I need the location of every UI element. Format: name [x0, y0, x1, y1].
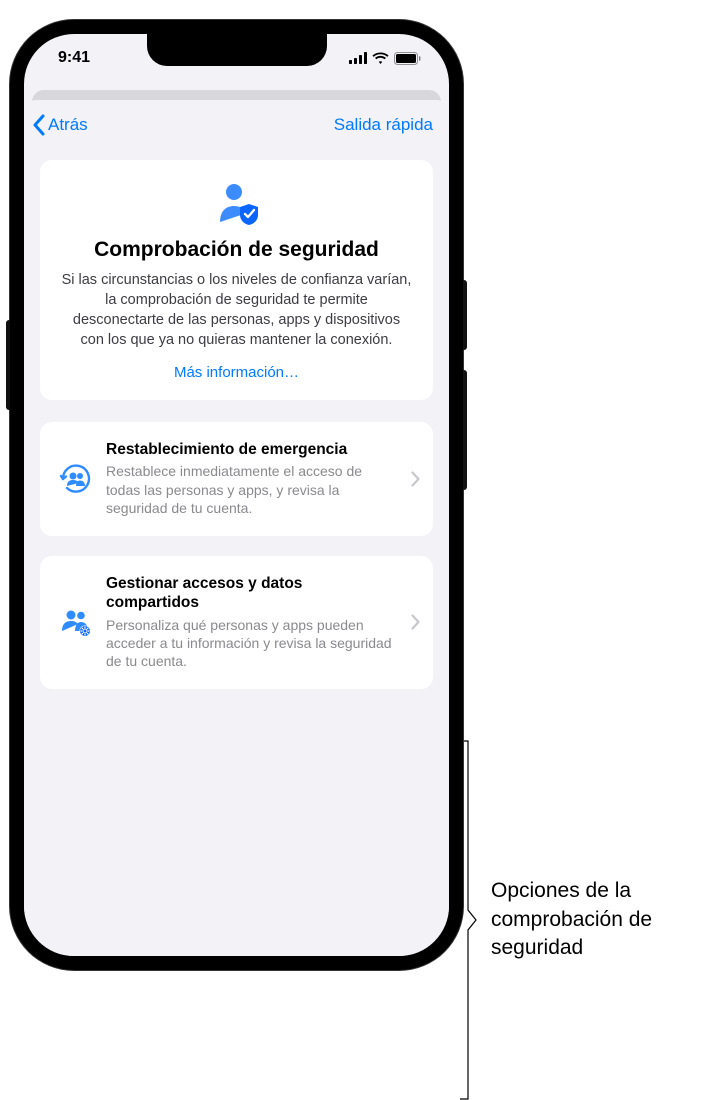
option-description: Restablece inmediatamente el acceso de t…	[106, 462, 399, 517]
back-label: Atrás	[48, 115, 88, 135]
hero-title: Comprobación de seguridad	[58, 238, 415, 262]
option-text: Restablecimiento de emergencia Restablec…	[98, 440, 405, 518]
learn-more-link[interactable]: Más información…	[174, 364, 299, 381]
battery-icon	[394, 52, 421, 65]
screen: 9:41 Atrás Salida rápida	[24, 34, 449, 956]
option-text: Gestionar accesos y datos compartidos Pe…	[98, 574, 405, 671]
option-description: Personaliza qué personas y apps pueden a…	[106, 616, 399, 671]
chevron-right-icon	[405, 471, 425, 487]
emergency-reset-icon	[54, 462, 98, 496]
back-button[interactable]: Atrás	[32, 114, 88, 136]
manage-sharing-option[interactable]: Gestionar accesos y datos compartidos Pe…	[40, 556, 433, 689]
side-button	[463, 280, 467, 350]
iphone-frame: 9:41 Atrás Salida rápida	[10, 20, 463, 970]
side-button	[463, 370, 467, 490]
hero-card: Comprobación de seguridad Si las circuns…	[40, 160, 433, 400]
option-title: Gestionar accesos y datos compartidos	[106, 574, 399, 613]
option-title: Restablecimiento de emergencia	[106, 440, 399, 459]
quick-exit-button[interactable]: Salida rápida	[334, 115, 433, 135]
hero-description: Si las circunstancias o los niveles de c…	[58, 270, 415, 350]
content-area: Comprobación de seguridad Si las circuns…	[24, 146, 449, 689]
status-indicators	[349, 52, 421, 65]
modal-sheet: Atrás Salida rápida Comprobación de segu…	[24, 100, 449, 956]
annotation-label: Opciones de la comprobación de seguridad	[491, 877, 691, 962]
cellular-icon	[349, 52, 367, 64]
chevron-right-icon	[405, 614, 425, 630]
safety-check-icon	[58, 182, 415, 226]
callout-annotation: Opciones de la comprobación de seguridad	[459, 20, 691, 1100]
status-time: 9:41	[58, 49, 90, 67]
manage-sharing-icon	[54, 605, 98, 639]
wifi-icon	[372, 52, 389, 64]
emergency-reset-option[interactable]: Restablecimiento de emergencia Restablec…	[40, 422, 433, 536]
side-button	[6, 320, 10, 410]
notch	[147, 34, 327, 66]
navigation-bar: Atrás Salida rápida	[24, 100, 449, 146]
chevron-left-icon	[32, 114, 46, 136]
